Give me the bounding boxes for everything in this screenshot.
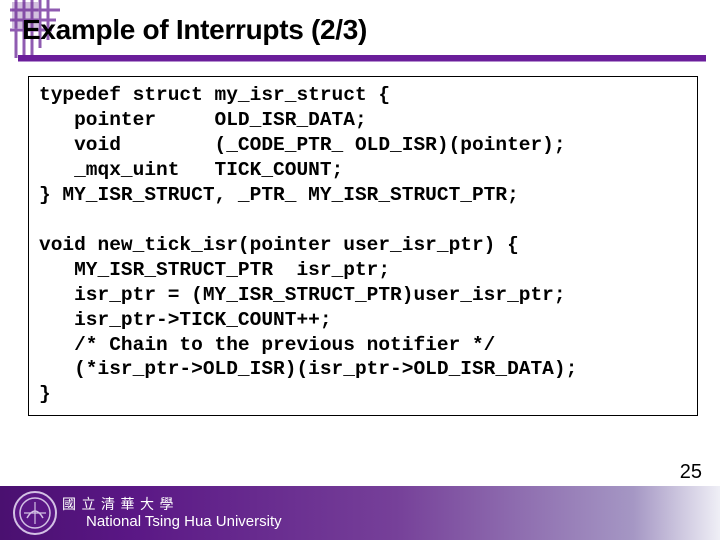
footer: 國 立 清 華 大 學 National Tsing Hua Universit…	[0, 486, 720, 540]
university-banner-cjk: 國 立 清 華 大 學	[62, 494, 175, 514]
code-box: typedef struct my_isr_struct { pointer O…	[28, 76, 698, 416]
slide: Example of Interrupts (2/3) typedef stru…	[0, 0, 720, 540]
university-emblem-icon	[12, 490, 58, 536]
page-number: 25	[680, 461, 702, 484]
page-title: Example of Interrupts (2/3)	[22, 14, 367, 46]
code-listing: typedef struct my_isr_struct { pointer O…	[39, 83, 687, 407]
title-underline-shadow	[18, 61, 706, 62]
footer-university-name: National Tsing Hua University	[86, 513, 282, 530]
